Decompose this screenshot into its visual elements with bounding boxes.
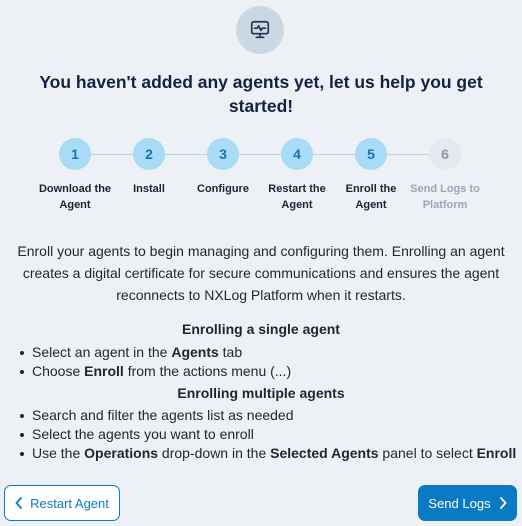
step-number: 3: [207, 138, 239, 170]
text-run: Use the: [32, 445, 85, 461]
step-4[interactable]: 4 Restart the Agent: [257, 138, 337, 213]
chevron-left-icon: [15, 497, 23, 509]
emphasis-text: Agents: [171, 344, 219, 360]
step-3[interactable]: 3 Configure: [183, 138, 263, 197]
single-agent-steps: Select an agent in the Agents tab Choose …: [20, 343, 291, 381]
setup-stepper: 1 Download the Agent 2 Install 3 Configu…: [0, 138, 522, 218]
step-number: 5: [355, 138, 387, 170]
list-item: Choose Enroll from the actions menu (...…: [20, 362, 291, 381]
step-label: Restart the Agent: [268, 183, 326, 211]
step-label: Enroll the Agent: [345, 183, 397, 211]
step-6: 6 Send Logs to Platform: [405, 138, 485, 213]
send-logs-label: Send Logs: [428, 495, 491, 511]
text-run: panel to select: [378, 445, 477, 461]
step-1[interactable]: 1 Download the Agent: [35, 138, 115, 213]
step-number: 2: [133, 138, 165, 170]
list-item: Use the Operations drop-down in the Sele…: [20, 444, 516, 463]
step-number: 4: [281, 138, 313, 170]
step-number: 1: [59, 138, 91, 170]
restart-agent-label: Restart Agent: [30, 495, 109, 511]
step-label: Send Logs to Platform: [410, 183, 480, 211]
multiple-agents-heading: Enrolling multiple agents: [177, 385, 345, 401]
multiple-agents-steps: Search and filter the agents list as nee…: [20, 406, 516, 463]
step-2[interactable]: 2 Install: [109, 138, 189, 197]
chevron-right-icon: [499, 497, 507, 509]
emphasis-text: Enroll: [476, 445, 517, 461]
text-run: Select the agents you want to enroll: [32, 426, 254, 442]
text-run: Search and filter the agents list as nee…: [32, 407, 294, 423]
emphasis-text: Selected Agents: [270, 445, 379, 461]
text-run: from the actions menu (...): [123, 363, 292, 379]
monitor-activity-icon: [250, 20, 270, 39]
list-item: Select the agents you want to enroll: [20, 425, 516, 444]
step-label: Install: [133, 183, 165, 195]
step-5[interactable]: 5 Enroll the Agent: [331, 138, 411, 213]
emphasis-text: Operations: [84, 445, 159, 461]
text-run: Choose: [32, 363, 85, 379]
send-logs-button[interactable]: Send Logs: [418, 485, 517, 521]
list-item: Select an agent in the Agents tab: [20, 343, 291, 362]
restart-agent-button[interactable]: Restart Agent: [4, 485, 120, 521]
text-run: drop-down in the: [158, 445, 271, 461]
intro-text: Enroll your agents to begin managing and…: [17, 243, 505, 303]
text-run: tab: [218, 344, 243, 360]
hero-icon-circle: [236, 6, 284, 54]
list-item: Search and filter the agents list as nee…: [20, 406, 516, 425]
step-label: Download the Agent: [38, 183, 112, 211]
text-run: Select an agent in the: [32, 344, 172, 360]
single-agent-heading: Enrolling a single agent: [182, 321, 340, 337]
page-title: You haven't added any agents yet, let us…: [39, 72, 483, 116]
step-number: 6: [429, 138, 461, 170]
emphasis-text: Enroll: [84, 363, 124, 379]
step-label: Configure: [197, 183, 249, 195]
